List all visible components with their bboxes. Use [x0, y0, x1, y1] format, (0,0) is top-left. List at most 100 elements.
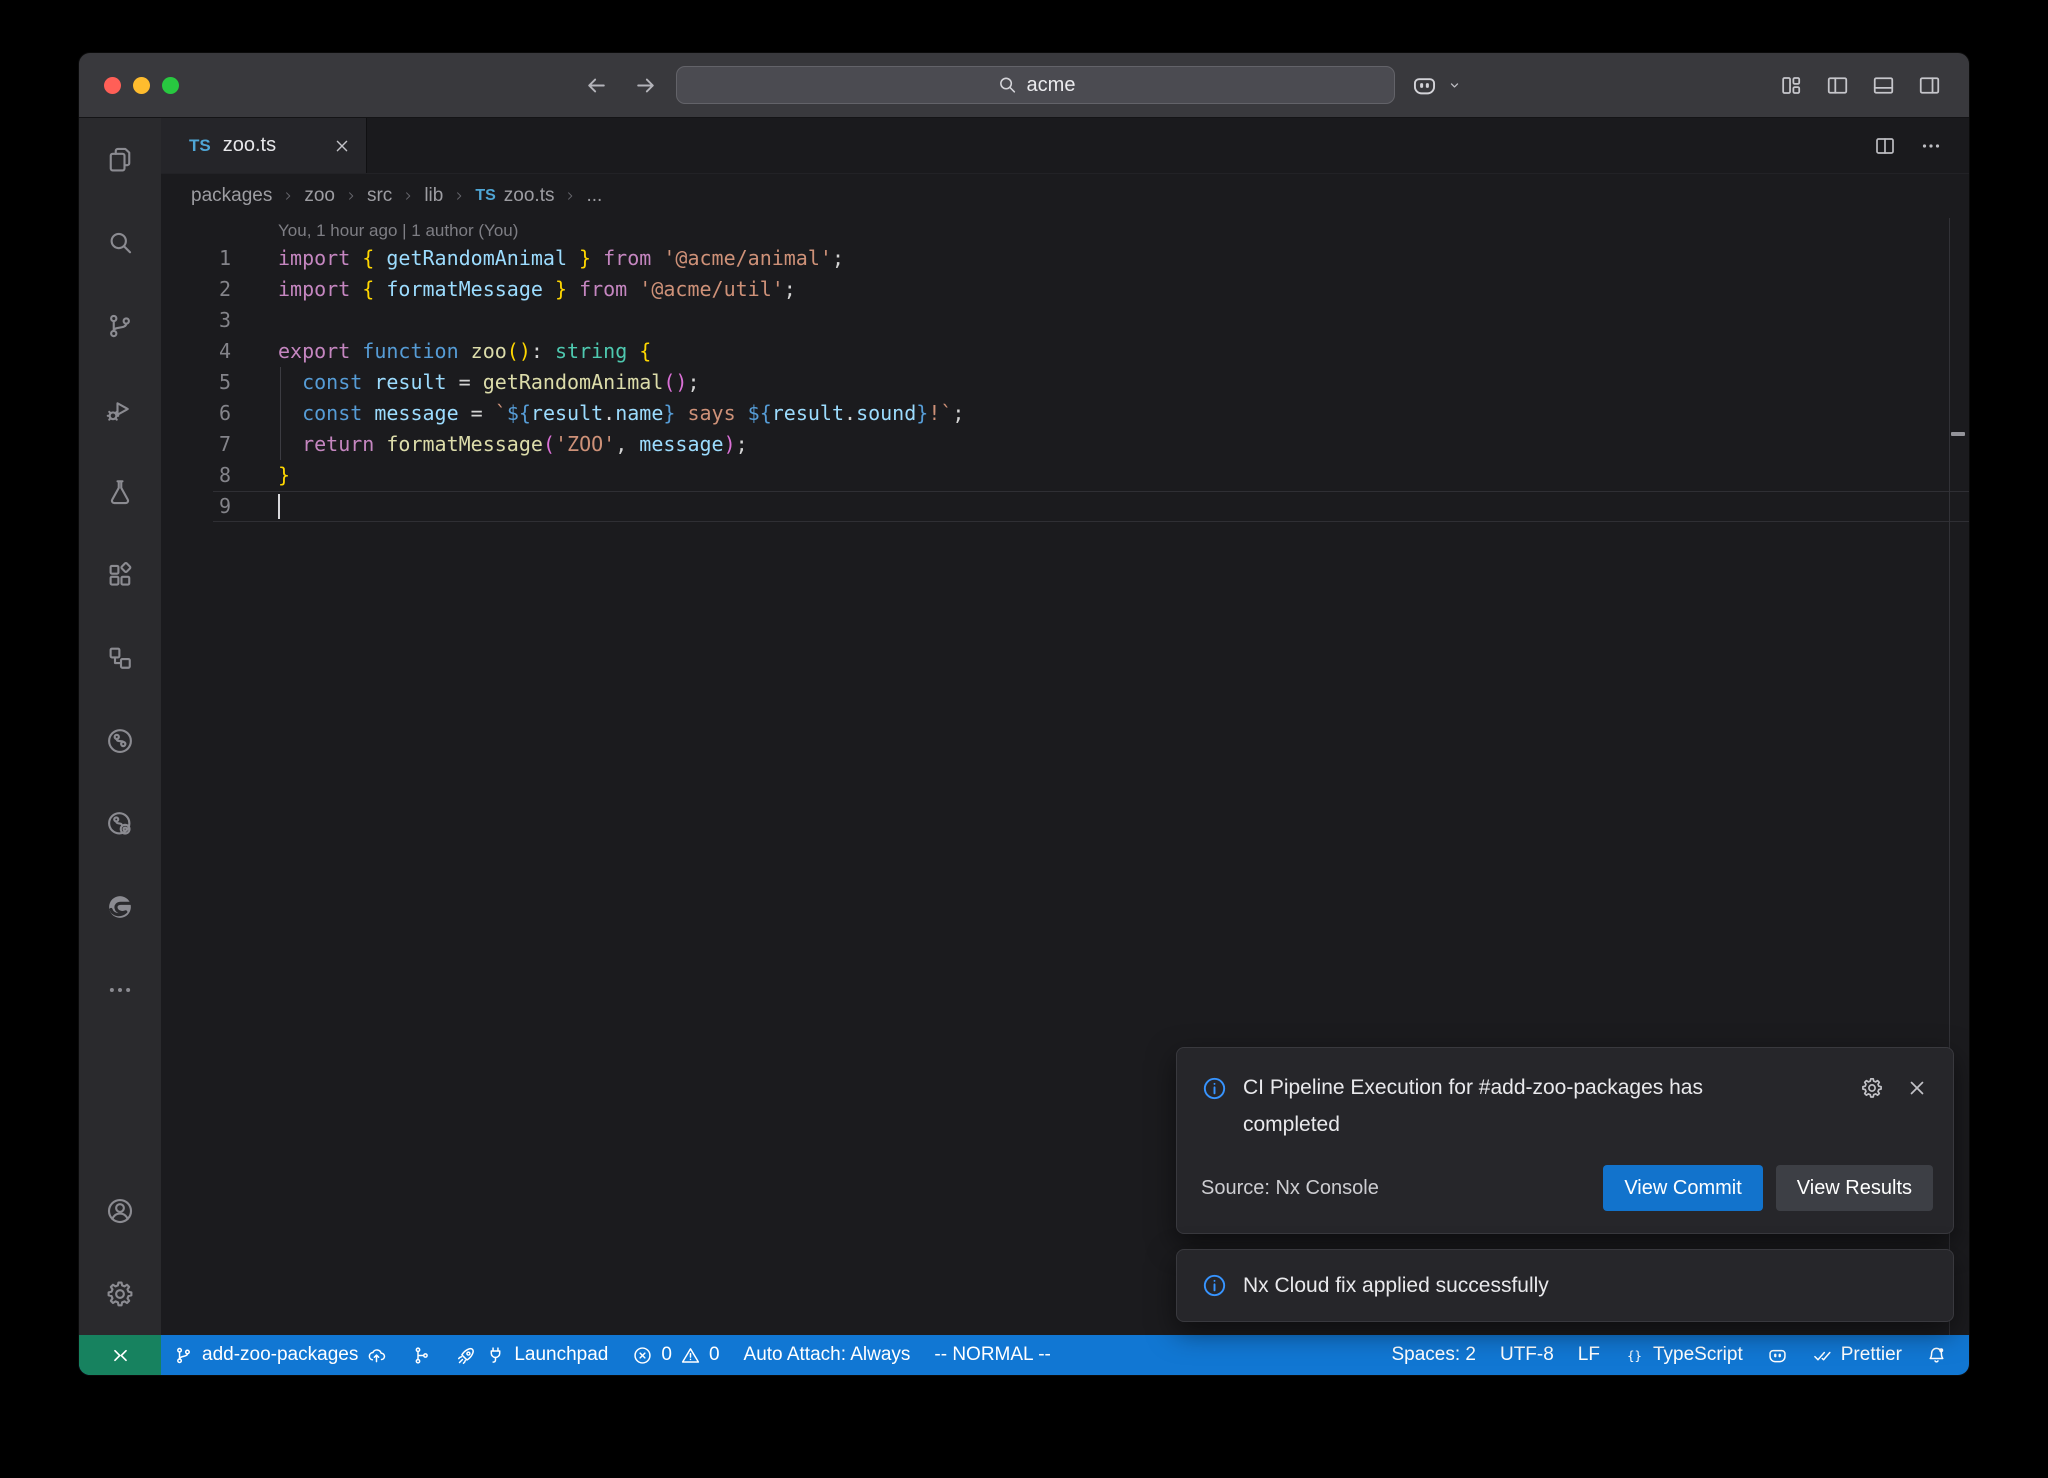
more-editor-actions-button[interactable] [1919, 134, 1943, 158]
zoom-window-button[interactable] [162, 77, 179, 94]
copilot-icon [1767, 1345, 1788, 1366]
statusbar-text: 0 [661, 1344, 672, 1366]
breadcrumb: packages zoo src lib TSzoo.ts... [161, 174, 1969, 218]
split-editor-button[interactable] [1873, 134, 1897, 158]
code-line-6: 6 const message = `${result.name} says $… [161, 398, 1969, 429]
copilot-menu-chevron[interactable] [1445, 76, 1464, 95]
testing-icon [105, 477, 135, 507]
line-number: 5 [161, 367, 278, 398]
statusbar-end-of-line[interactable]: LF [1566, 1335, 1612, 1375]
toggle-primary-sidebar-button[interactable] [1825, 73, 1850, 98]
statusbar-git-graph[interactable] [399, 1335, 444, 1375]
statusbar-git-branch[interactable]: add-zoo-packages [161, 1335, 399, 1375]
breadcrumb-separator-icon [452, 189, 466, 203]
activity-search[interactable] [79, 201, 161, 284]
toggle-panel-button[interactable] [1871, 73, 1896, 98]
traffic-lights [104, 77, 179, 94]
status-bar: add-zoo-packagesLaunchpad00Auto Attach: … [79, 1335, 1969, 1375]
code-text: import { getRandomAnimal } from '@acme/a… [278, 243, 844, 274]
breadcrumb-item-zoo[interactable]: zoo [304, 185, 335, 207]
status-bar-left: add-zoo-packagesLaunchpad00Auto Attach: … [79, 1335, 1063, 1375]
activity-run-and-debug[interactable] [79, 367, 161, 450]
minimize-window-button[interactable] [133, 77, 150, 94]
notification-close-button[interactable] [1905, 1076, 1929, 1100]
edge-tools-icon [105, 892, 135, 922]
breadcrumb-file-label: zoo.ts [504, 185, 555, 207]
warning-icon [680, 1345, 701, 1366]
branch-icon [173, 1345, 194, 1366]
statusbar-remote-indicator[interactable] [79, 1335, 161, 1375]
breadcrumb-item-packages[interactable]: packages [191, 185, 272, 207]
close-window-button[interactable] [104, 77, 121, 94]
breadcrumb-item-src[interactable]: src [367, 185, 392, 207]
view-commit-button[interactable]: View Commit [1603, 1165, 1762, 1211]
toast-footer: Source: Nx Console View Commit View Result… [1177, 1143, 1953, 1233]
copilot-button[interactable] [1411, 72, 1438, 99]
tab-zoo-ts[interactable]: TS zoo.ts [161, 118, 367, 173]
activity-gitlens[interactable] [79, 699, 161, 782]
breadcrumb-overflow[interactable]: ... [586, 185, 602, 207]
line-number: 3 [161, 305, 278, 336]
customize-layout-button[interactable] [1779, 73, 1804, 98]
activity-extensions[interactable] [79, 533, 161, 616]
line-number: 4 [161, 336, 278, 367]
cloudup-icon [366, 1345, 387, 1366]
code-line-7: 7 return formatMessage('ZOO', message); [161, 429, 1969, 460]
activity-source-control[interactable] [79, 284, 161, 367]
typescript-file-icon: TS [189, 136, 211, 156]
toast-header: CI Pipeline Execution for #add-zoo-packa… [1177, 1048, 1953, 1143]
tab-close-icon[interactable] [332, 136, 352, 156]
statusbar-text: 0 [709, 1344, 720, 1366]
activity-manage-settings[interactable] [79, 1252, 161, 1335]
activity-bar [79, 118, 161, 1335]
gitlens-inspect-icon [105, 809, 135, 839]
statusbar-formatter-prettier[interactable]: Prettier [1800, 1335, 1914, 1375]
run-and-debug-icon [105, 394, 135, 424]
notification-settings-button[interactable] [1860, 1076, 1884, 1100]
activity-edge-tools[interactable] [79, 865, 161, 948]
history-back-button[interactable] [583, 72, 610, 99]
command-center-search[interactable]: acme [676, 66, 1395, 104]
code-line-1: 1import { getRandomAnimal } from '@acme/… [161, 243, 1969, 274]
code-line-3: 3 [161, 305, 1969, 336]
toast-source: Source: Nx Console [1201, 1177, 1379, 1200]
gitgraph-icon [411, 1345, 432, 1366]
activity-additional-views[interactable] [79, 948, 161, 1031]
remote-icon [109, 1344, 132, 1367]
activity-accounts[interactable] [79, 1169, 161, 1252]
statusbar-auto-attach[interactable]: Auto Attach: Always [732, 1335, 923, 1375]
statusbar-encoding[interactable]: UTF-8 [1488, 1335, 1566, 1375]
statusbar-copilot-status[interactable] [1755, 1335, 1800, 1375]
code-text: } [278, 460, 290, 491]
activity-explorer[interactable] [79, 118, 161, 201]
activity-gitlens-inspect[interactable] [79, 782, 161, 865]
editor-actions [1873, 118, 1969, 173]
view-results-button[interactable]: View Results [1776, 1165, 1933, 1211]
activity-nx-console[interactable] [79, 616, 161, 699]
copilot-area [1411, 53, 1464, 117]
statusbar-indentation[interactable]: Spaces: 2 [1379, 1335, 1488, 1375]
statusbar-vim-mode[interactable]: -- NORMAL -- [922, 1335, 1062, 1375]
line-number: 2 [161, 274, 278, 305]
statusbar-problems[interactable]: 00 [620, 1335, 731, 1375]
statusbar-gitlens-launchpad[interactable]: Launchpad [444, 1335, 620, 1375]
code-line-5: 5 const result = getRandomAnimal(); [161, 367, 1969, 398]
statusbar-text: Launchpad [514, 1344, 608, 1366]
manage-settings-icon [105, 1279, 135, 1309]
activity-bar-bottom [79, 1169, 161, 1335]
accounts-icon [105, 1196, 135, 1226]
breadcrumb-item-lib[interactable]: lib [424, 185, 443, 207]
line-number: 7 [161, 429, 278, 460]
tab-label: zoo.ts [223, 134, 276, 157]
toggle-secondary-sidebar-button[interactable] [1917, 73, 1942, 98]
history-forward-button[interactable] [632, 72, 659, 99]
statusbar-language-mode[interactable]: {}TypeScript [1612, 1335, 1755, 1375]
statusbar-notifications-bell[interactable] [1914, 1335, 1959, 1375]
statusbar-text: add-zoo-packages [202, 1344, 358, 1366]
toast-message: CI Pipeline Execution for #add-zoo-packa… [1243, 1069, 1788, 1143]
search-icon [105, 228, 135, 258]
activity-bar-top [79, 118, 161, 1031]
breadcrumb-file[interactable]: TSzoo.ts [475, 185, 554, 207]
code-lines: 1import { getRandomAnimal } from '@acme/… [161, 243, 1969, 522]
activity-testing[interactable] [79, 450, 161, 533]
